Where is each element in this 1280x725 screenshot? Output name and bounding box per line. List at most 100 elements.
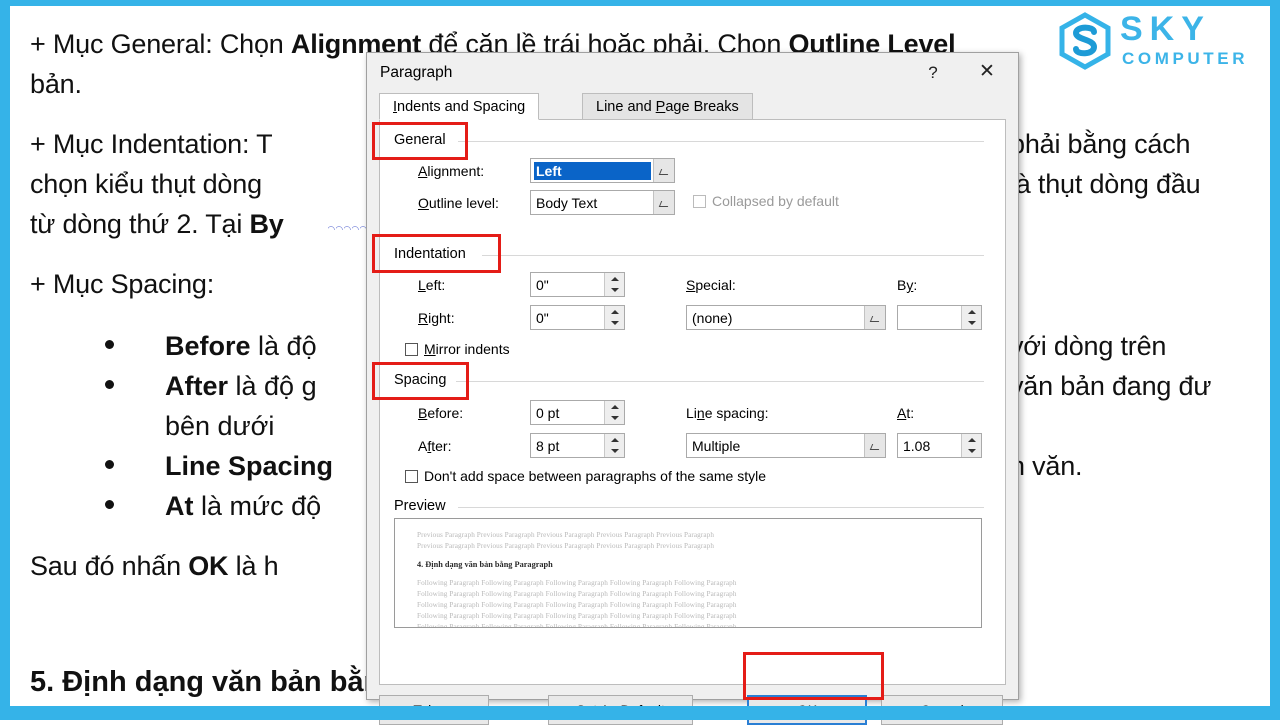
spinner-up-icon[interactable] <box>605 273 624 284</box>
doc-bold-at: At <box>165 491 194 521</box>
close-icon[interactable]: ✕ <box>970 60 1004 86</box>
set-as-default-button[interactable]: Set As Default <box>548 695 693 725</box>
doc-line-spacing-heading: + Mục Spacing: <box>30 269 215 299</box>
paragraph-dialog: Paragraph ? ✕ Indents and Spacing Line a… <box>366 52 1019 725</box>
list-item-rest: là độ <box>250 331 317 361</box>
list-item-rest: là mức độ <box>193 491 322 521</box>
doc-paragraph-indentation-l3: từ dòng thứ 2. Tại By <box>30 204 284 244</box>
tab-indents-and-spacing[interactable]: Indents and Spacing <box>379 93 540 120</box>
spinner-buttons[interactable] <box>604 273 624 296</box>
doc-text-run: + Mục General: Chọn <box>30 29 291 59</box>
spinner-up-icon[interactable] <box>605 434 624 445</box>
dialog-tab-panel: General Alignment: Left Outline level: B… <box>379 119 1006 685</box>
doc-text-run: Sau đó nhấn <box>30 551 189 581</box>
spinner-buttons[interactable] <box>961 306 981 329</box>
outline-level-value: Body Text <box>536 195 598 211</box>
list-item-rest: là độ g <box>228 371 317 401</box>
preview-following-line: Following Paragraph Following Paragraph … <box>417 590 737 598</box>
special-value: (none) <box>692 310 733 326</box>
doc-bold-after: After <box>165 371 229 401</box>
chevron-down-icon[interactable] <box>653 159 674 182</box>
spinner-down-icon[interactable] <box>605 285 624 296</box>
indent-left-spinner[interactable]: 0" <box>530 272 625 297</box>
help-icon[interactable]: ? <box>918 60 948 86</box>
at-value: 1.08 <box>903 438 931 454</box>
chevron-down-icon[interactable] <box>653 191 674 214</box>
spinner-down-icon[interactable] <box>962 446 981 457</box>
special-combobox[interactable]: (none) <box>686 305 886 330</box>
doc-closing-line: Sau đó nhấn OK là h <box>30 546 279 586</box>
spacing-after-label: After: <box>418 438 452 454</box>
spacing-before-spinner[interactable]: 0 pt <box>530 400 625 425</box>
doc-fragment-right-2: là thụt dòng đầu <box>1010 169 1201 199</box>
indentation-group-label: Indentation <box>394 246 473 262</box>
spinner-down-icon[interactable] <box>605 318 624 329</box>
outline-level-label: Outline level: <box>418 195 499 211</box>
spinner-up-icon[interactable] <box>605 401 624 412</box>
line-spacing-combobox[interactable]: Multiple <box>686 433 886 458</box>
preview-following-line: Following Paragraph Following Paragraph … <box>417 579 737 587</box>
spacing-before-value: 0 pt <box>536 405 560 421</box>
spinner-up-icon[interactable] <box>962 434 981 445</box>
dialog-title: Paragraph <box>380 64 453 81</box>
dialog-tabstrip: Indents and Spacing Line and Page Breaks <box>379 93 1006 121</box>
ok-button[interactable]: OK <box>747 695 867 725</box>
spinner-up-icon[interactable] <box>605 306 624 317</box>
spinner-buttons[interactable] <box>604 434 624 457</box>
bullet-dot-icon <box>105 340 114 349</box>
spacing-after-spinner[interactable]: 8 pt <box>530 433 625 458</box>
doc-fragment-right-1: phải bằng cách <box>1010 129 1191 159</box>
group-divider <box>458 507 984 508</box>
spinner-down-icon[interactable] <box>605 446 624 457</box>
line-spacing-value: Multiple <box>692 438 741 454</box>
general-group: General <box>394 132 984 148</box>
group-divider <box>458 141 984 142</box>
tab-line-and-page-breaks[interactable]: Line and Page Breaks <box>582 93 753 120</box>
doc-text-run: từ dòng thứ 2. Tại <box>30 209 250 239</box>
at-spinner[interactable]: 1.08 <box>897 433 982 458</box>
alignment-combobox[interactable]: Left <box>530 158 675 183</box>
chevron-down-icon[interactable] <box>864 434 885 457</box>
spacing-before-label: Before: <box>418 405 464 421</box>
doc-text-run: là h <box>228 551 279 581</box>
spinner-down-icon[interactable] <box>962 318 981 329</box>
group-divider <box>456 381 984 382</box>
doc-bold-ok: OK <box>188 551 229 581</box>
doc-bold-by: By <box>249 209 284 239</box>
list-item: Before là độ <box>105 326 375 366</box>
spinner-down-icon[interactable] <box>605 413 624 424</box>
cancel-button[interactable]: Cancel <box>881 695 1003 725</box>
doc-paragraph-indentation-l2: chọn kiểu thụt dòng <box>30 164 262 204</box>
outline-level-combobox[interactable]: Body Text <box>530 190 675 215</box>
chevron-down-icon[interactable] <box>864 306 885 329</box>
mirror-indents-checkbox[interactable]: Mirror indents <box>405 341 510 357</box>
indentation-group: Indentation <box>394 246 984 262</box>
spinner-up-icon[interactable] <box>962 306 981 317</box>
spinner-buttons[interactable] <box>961 434 981 457</box>
preview-following-line: Following Paragraph Following Paragraph … <box>417 623 737 628</box>
group-divider <box>482 255 984 256</box>
indent-left-value: 0" <box>536 277 549 293</box>
logo-subtitle-text: COMPUTER <box>1122 49 1249 68</box>
dont-add-space-checkbox[interactable]: Don't add space between paragraphs of th… <box>405 468 766 484</box>
indent-right-spinner[interactable]: 0" <box>530 305 625 330</box>
general-group-label: General <box>394 132 453 148</box>
spinner-buttons[interactable] <box>604 401 624 424</box>
bullet-dot-icon <box>105 460 114 469</box>
preview-following-line: Following Paragraph Following Paragraph … <box>417 601 737 609</box>
bullet-dot-icon <box>105 380 114 389</box>
preview-group-label: Preview <box>394 498 453 514</box>
tabs-button[interactable]: Tabs... <box>379 695 489 725</box>
collapsed-by-default-label: Collapsed by default <box>712 193 839 209</box>
tab-indents-label-rest: ndents and Spacing <box>397 99 526 115</box>
doc-line-ban: bản. <box>30 69 82 99</box>
list-item: After là độ g <box>105 366 375 406</box>
by-spinner[interactable] <box>897 305 982 330</box>
list-item-text: After là độ g <box>165 366 317 406</box>
spinner-buttons[interactable] <box>604 306 624 329</box>
ok-button-label: OK <box>796 702 818 718</box>
preview-pane: Previous Paragraph Previous Paragraph Pr… <box>394 518 982 628</box>
preview-previous-line: Previous Paragraph Previous Paragraph Pr… <box>417 542 715 550</box>
collapsed-by-default-checkbox[interactable]: Collapsed by default <box>693 193 839 209</box>
list-item-continuation: bên dưới <box>105 406 375 446</box>
